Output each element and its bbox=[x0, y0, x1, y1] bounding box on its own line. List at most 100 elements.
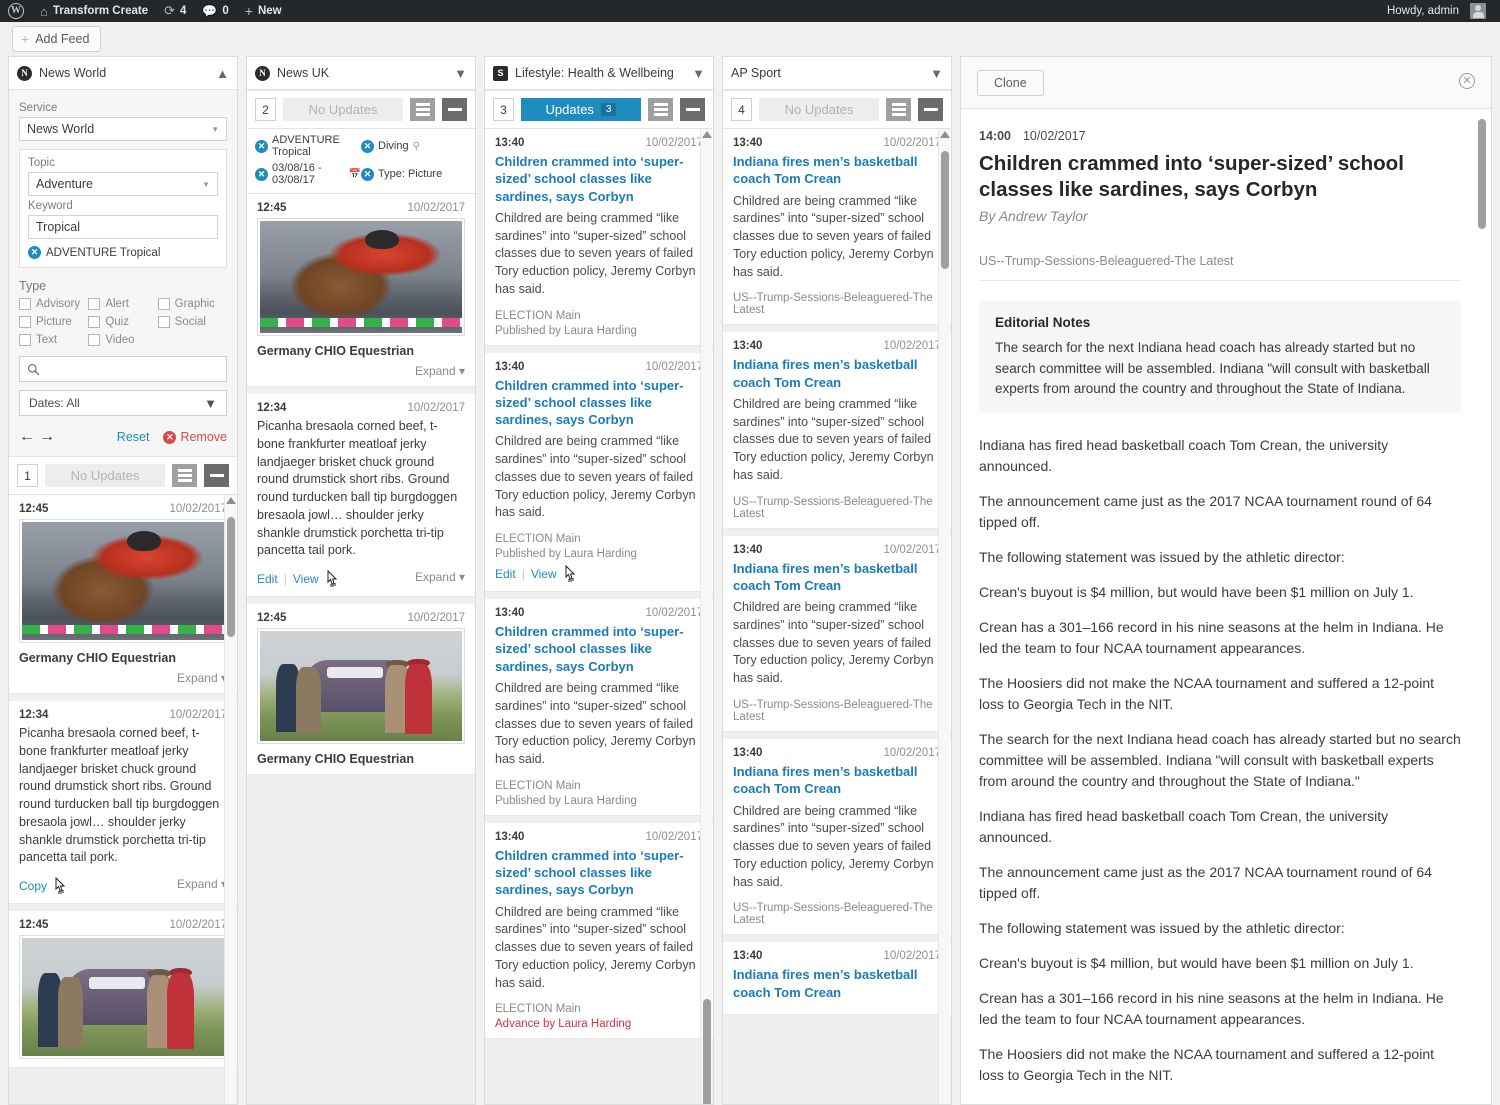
updates-button[interactable]: Updates 3 bbox=[521, 98, 641, 121]
type-checkbox-advisory[interactable]: Advisory bbox=[19, 298, 88, 310]
clone-button[interactable]: Clone bbox=[977, 69, 1044, 96]
filter-chip-keyword[interactable]: ✕ Diving ⚲ bbox=[361, 134, 467, 158]
view-mode-compact-button[interactable] bbox=[918, 98, 943, 121]
feed-card-story[interactable]: 13:40 10/02/2017 Children crammed into ‘… bbox=[485, 822, 713, 1040]
nav-arrows[interactable]: ←→ bbox=[19, 428, 59, 446]
card-headline[interactable]: Children crammed into ‘super-sized’ scho… bbox=[495, 377, 703, 429]
feed-card-story[interactable]: 13:40 10/02/2017 Children crammed into ‘… bbox=[485, 352, 713, 593]
expand-toggle[interactable]: Expand ▾ bbox=[19, 671, 227, 685]
filter-chip-topic[interactable]: ✕ ADVENTURE Tropical bbox=[255, 134, 361, 158]
account-menu[interactable]: Howdy, admin bbox=[1379, 0, 1494, 22]
chevron-down-icon[interactable]: ▼ bbox=[930, 67, 943, 80]
search-input[interactable] bbox=[19, 356, 227, 382]
checkbox-icon[interactable] bbox=[88, 316, 101, 328]
filter-chip-type[interactable]: ✕ Type: Picture bbox=[361, 162, 467, 186]
column-number[interactable]: 2 bbox=[255, 98, 276, 121]
view-mode-compact-button[interactable] bbox=[204, 464, 229, 487]
card-headline[interactable]: Children crammed into ‘super-sized’ scho… bbox=[495, 847, 703, 899]
remove-chip-icon[interactable]: ✕ bbox=[255, 139, 268, 153]
chevron-up-icon[interactable]: ▲ bbox=[216, 67, 229, 80]
scroll-up-arrow-icon[interactable] bbox=[702, 131, 712, 138]
feed-card-text[interactable]: 12:34 10/02/2017 Picanha bresaola corned… bbox=[247, 394, 475, 597]
column-header-news-world[interactable]: N News World ▲ bbox=[9, 57, 237, 90]
card-thumbnail[interactable] bbox=[19, 935, 227, 1059]
feed-card-photo[interactable]: 12:45 10/02/2017 Germany CHIO Equestrian bbox=[247, 604, 475, 775]
column-header-lifestyle[interactable]: S Lifestyle: Health & Wellbeing ▼ bbox=[485, 57, 713, 90]
keyword-input[interactable]: Tropical bbox=[28, 215, 218, 239]
expand-toggle[interactable]: Expand ▾ bbox=[257, 364, 465, 378]
topic-select[interactable]: Adventure ▼ bbox=[28, 172, 218, 196]
card-headline[interactable]: Indiana fires men’s basketball coach Tom… bbox=[733, 153, 941, 188]
feed-list-settings[interactable]: 12:45 10/02/2017 Germany CHIO Equestrian… bbox=[9, 495, 237, 1104]
view-mode-compact-button[interactable] bbox=[680, 98, 705, 121]
reset-button[interactable]: Reset bbox=[117, 430, 150, 444]
card-headline[interactable]: Children crammed into ‘super-sized’ scho… bbox=[495, 153, 703, 205]
article-body[interactable]: 14:00 10/02/2017 Children crammed into ‘… bbox=[961, 109, 1491, 1104]
column-number[interactable]: 3 bbox=[493, 98, 514, 121]
wp-logo-button[interactable] bbox=[0, 0, 32, 22]
checkbox-icon[interactable] bbox=[19, 316, 31, 328]
feed-card-text[interactable]: 12:34 10/02/2017 Picanha bresaola corned… bbox=[9, 701, 237, 904]
checkbox-icon[interactable] bbox=[88, 298, 101, 310]
view-link[interactable]: View bbox=[531, 567, 557, 581]
dates-select[interactable]: Dates: All ▼ bbox=[19, 390, 227, 416]
updates-button[interactable]: No Updates bbox=[45, 464, 165, 487]
scrollbar-thumb[interactable] bbox=[941, 151, 949, 269]
card-thumbnail[interactable] bbox=[257, 218, 465, 336]
feed-card-story[interactable]: 13:40 10/02/2017 Indiana fires men’s bas… bbox=[723, 332, 951, 529]
feed-scrollbar[interactable] bbox=[224, 495, 236, 1104]
feed-card-story[interactable]: 13:40 10/02/2017 Indiana fires men’s bas… bbox=[723, 535, 951, 732]
view-mode-compact-button[interactable] bbox=[442, 98, 467, 121]
feed-card-photo[interactable]: 12:45 10/02/2017 bbox=[9, 911, 237, 1068]
card-thumbnail[interactable] bbox=[257, 628, 465, 744]
view-link[interactable]: View bbox=[293, 572, 319, 586]
filter-chip-dates[interactable]: ✕ 03/08/16 - 03/08/17 📅 bbox=[255, 162, 361, 186]
chevron-down-icon[interactable]: ▼ bbox=[692, 67, 705, 80]
card-headline[interactable]: Children crammed into ‘super-sized’ scho… bbox=[495, 623, 703, 675]
feed-card-photo[interactable]: 12:45 10/02/2017 Germany CHIO Equestrian… bbox=[9, 495, 237, 694]
column-number[interactable]: 4 bbox=[731, 98, 752, 121]
comments-button[interactable]: 💬 0 bbox=[194, 0, 236, 22]
scrollbar-thumb[interactable] bbox=[1478, 119, 1486, 229]
remove-chip-icon[interactable]: ✕ bbox=[361, 167, 374, 181]
expand-toggle[interactable]: Expand ▾ bbox=[177, 877, 227, 891]
expand-toggle[interactable]: Expand ▾ bbox=[415, 570, 465, 584]
close-icon[interactable]: ✕ bbox=[1459, 73, 1475, 89]
view-mode-list-button[interactable] bbox=[648, 98, 673, 121]
checkbox-icon[interactable] bbox=[157, 316, 170, 328]
updates-button[interactable]: No Updates bbox=[283, 98, 403, 121]
active-filter-chip[interactable]: ✕ ADVENTURE Tropical bbox=[28, 246, 218, 259]
type-checkbox-quiz[interactable]: Quiz bbox=[88, 316, 157, 328]
type-checkbox-picture[interactable]: Picture bbox=[19, 316, 88, 328]
updates-button[interactable]: No Updates bbox=[759, 98, 879, 121]
scrollbar-thumb[interactable] bbox=[227, 517, 235, 637]
feed-scrollbar[interactable] bbox=[938, 129, 950, 1104]
feed-list-lifestyle[interactable]: 13:40 10/02/2017 Children crammed into ‘… bbox=[485, 129, 713, 1104]
card-headline[interactable]: Indiana fires men’s basketball coach Tom… bbox=[733, 560, 941, 595]
remove-button[interactable]: ✕ Remove bbox=[163, 430, 227, 444]
type-checkbox-social[interactable]: Social bbox=[157, 316, 227, 328]
scroll-up-arrow-icon[interactable] bbox=[940, 131, 950, 138]
view-mode-list-button[interactable] bbox=[886, 98, 911, 121]
site-name-button[interactable]: ⌂ Transform Create bbox=[32, 0, 156, 22]
feed-scrollbar[interactable] bbox=[700, 129, 712, 1104]
view-mode-list-button[interactable] bbox=[410, 98, 435, 121]
feed-card-story[interactable]: 13:40 10/02/2017 Children crammed into ‘… bbox=[485, 129, 713, 346]
copy-link[interactable]: Copy bbox=[19, 879, 47, 893]
remove-chip-icon[interactable]: ✕ bbox=[361, 139, 374, 153]
feed-list-news-uk[interactable]: 12:45 10/02/2017 Germany CHIO Equestrian… bbox=[247, 194, 475, 1104]
feed-card-story[interactable]: 13:40 10/02/2017 Indiana fires men’s bas… bbox=[723, 738, 951, 936]
article-scrollbar[interactable] bbox=[1477, 115, 1487, 1100]
feed-card-story[interactable]: 13:40 10/02/2017 Indiana fires men’s bas… bbox=[723, 129, 951, 326]
column-number[interactable]: 1 bbox=[17, 464, 38, 487]
checkbox-icon[interactable] bbox=[157, 298, 170, 310]
service-select[interactable]: News World ▼ bbox=[19, 117, 227, 141]
type-checkbox-text[interactable]: Text bbox=[19, 334, 88, 346]
chevron-down-icon[interactable]: ▼ bbox=[454, 67, 467, 80]
scroll-up-arrow-icon[interactable] bbox=[226, 497, 236, 504]
remove-chip-icon[interactable]: ✕ bbox=[28, 246, 41, 259]
scrollbar-thumb[interactable] bbox=[703, 999, 711, 1104]
new-content-button[interactable]: + New bbox=[237, 0, 290, 22]
edit-link[interactable]: Edit bbox=[257, 572, 278, 586]
view-mode-list-button[interactable] bbox=[172, 464, 197, 487]
